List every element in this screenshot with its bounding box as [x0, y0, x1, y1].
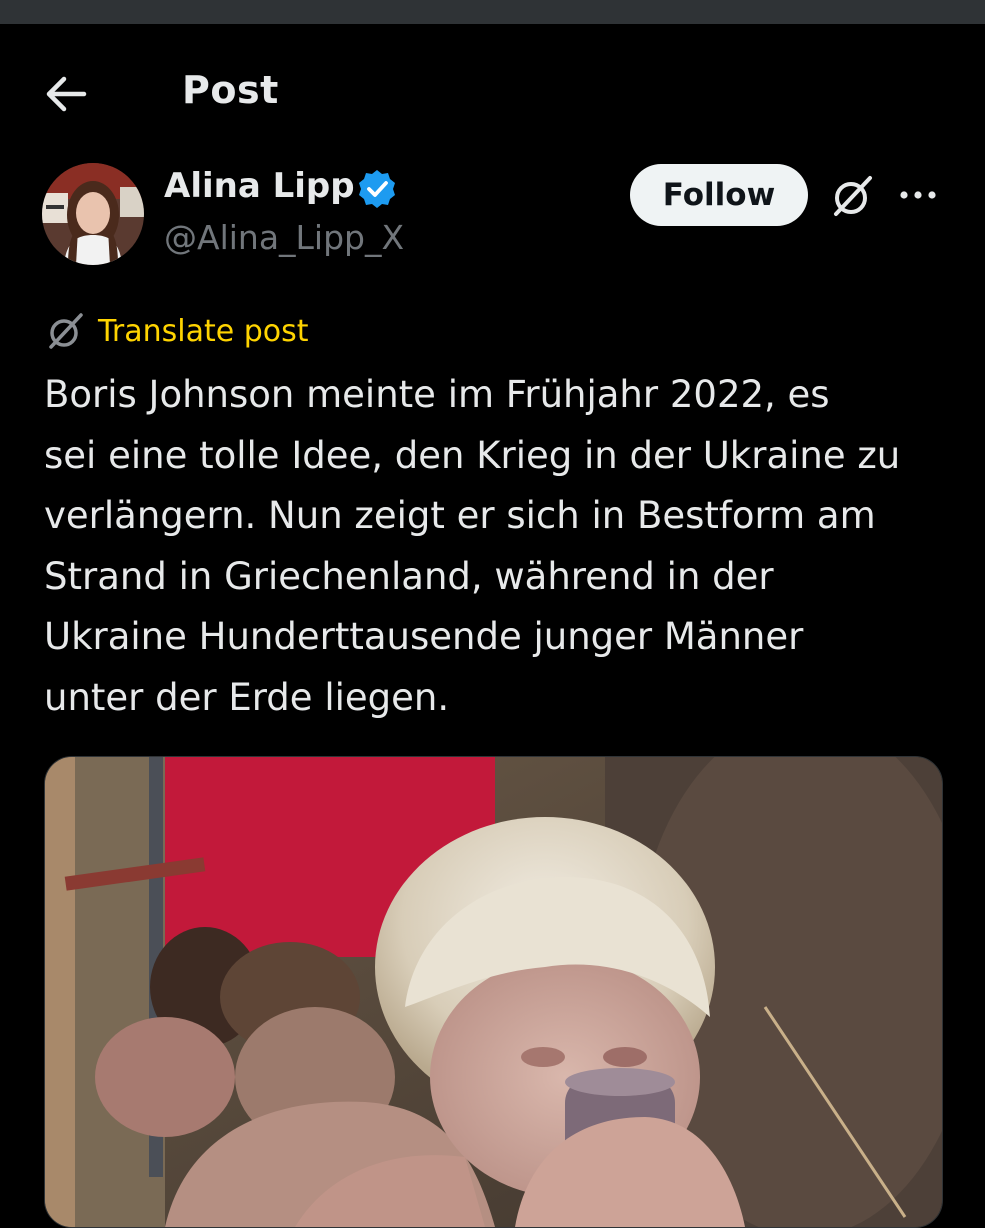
top-app-bar: Post: [0, 24, 985, 160]
grok-translate-icon: [44, 310, 86, 352]
post-image[interactable]: [44, 756, 943, 1228]
more-horizontal-icon[interactable]: [896, 178, 940, 212]
verified-badge-icon: [356, 168, 398, 210]
post-text: Boris Johnson meinte im Frühjahr 2022, e…: [44, 365, 944, 728]
post-text-line: Ukraine Hunderttausende junger Männer: [44, 615, 804, 658]
grok-icon[interactable]: [828, 172, 876, 220]
translate-post-link[interactable]: Translate post: [44, 310, 309, 352]
post-text-line: sei eine tolle Idee, den Krieg in der Uk…: [44, 433, 901, 477]
translate-post-label: Translate post: [98, 313, 309, 349]
page-title: Post: [182, 68, 279, 112]
arrow-left-icon[interactable]: [44, 74, 88, 114]
post-text-line: unter der Erde liegen.: [44, 675, 450, 719]
post-text-line: Boris Johnson meinte im Frühjahr 2022, e…: [44, 373, 830, 416]
post-text-line: Strand in Griechenland, während in der: [44, 554, 774, 598]
avatar[interactable]: [42, 163, 144, 265]
post-text-line: verlängern. Nun zeigt er sich in Bestfor…: [44, 494, 876, 537]
author-name[interactable]: Alina Lipp: [164, 166, 355, 206]
follow-button[interactable]: Follow: [630, 164, 808, 226]
status-bar: [0, 0, 985, 24]
author-handle[interactable]: @Alina_Lipp_X: [164, 218, 404, 257]
